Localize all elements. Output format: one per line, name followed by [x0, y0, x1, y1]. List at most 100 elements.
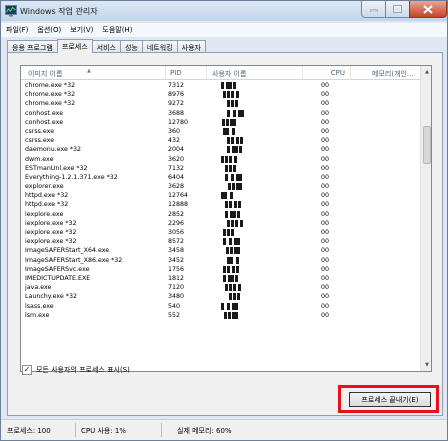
process-pid: 3480	[168, 293, 185, 301]
process-name: httpd.exe *32	[25, 201, 69, 209]
process-name: conhost.exe	[25, 118, 64, 126]
table-row[interactable]: Everything-1.2.1.371.exe *32 6404 00	[21, 173, 420, 182]
process-user-redacted	[209, 283, 309, 292]
table-row[interactable]: chrome.exe *32 9272 00	[21, 99, 420, 108]
table-row[interactable]: conhost.exe 3688 00	[21, 109, 420, 118]
maximize-button[interactable]	[385, 1, 410, 18]
sort-ascending-icon: ▲	[87, 68, 91, 74]
process-user-redacted	[209, 155, 309, 164]
process-user-redacted	[209, 274, 309, 283]
minimize-button[interactable]	[361, 1, 386, 18]
table-row[interactable]: httpd.exe *32 12764 00	[21, 191, 420, 200]
close-button[interactable]	[409, 1, 447, 18]
table-row[interactable]: daemonu.exe *32 2004 00	[21, 145, 420, 154]
process-cpu: 00	[321, 293, 330, 301]
process-cpu: 00	[321, 219, 330, 227]
status-divider	[75, 423, 76, 437]
column-user-name[interactable]: 사용자 이름	[207, 66, 303, 80]
process-cpu: 00	[321, 82, 330, 89]
tab-processes[interactable]: 프로세스	[56, 39, 93, 53]
column-pid[interactable]: PID	[166, 66, 207, 80]
process-user-redacted	[209, 90, 309, 99]
menu-bar: 파일(F) 옵션(O) 보기(V) 도움말(H)	[1, 23, 447, 37]
process-name: ImageSAFERSvc.exe	[25, 265, 90, 273]
table-row[interactable]: ImageSAFERStart_X86.exe *32 3452 00	[21, 256, 420, 265]
table-row[interactable]: iexplore.exe *32 3056 00	[21, 228, 420, 237]
table-row[interactable]: ESTmanUnl.exe *32 7132 00	[21, 164, 420, 173]
process-name: Launchy.exe *32	[25, 293, 77, 301]
table-row[interactable]: csrss.exe 432 00	[21, 136, 420, 145]
process-user-redacted	[209, 118, 309, 127]
process-cpu: 00	[321, 229, 330, 236]
process-pid: 3628	[168, 183, 185, 191]
menu-file[interactable]: 파일(F)	[1, 23, 32, 37]
show-all-users-label: 모든 사용자의 프로세스 표시(S)	[36, 366, 130, 374]
process-name: lsass.exe	[25, 302, 54, 310]
title-bar[interactable]: Windows 작업 관리자	[1, 1, 447, 21]
process-pid: 3458	[168, 247, 185, 255]
table-row[interactable]: conhost.exe 12780 00	[21, 118, 420, 127]
process-name: lsm.exe	[25, 311, 50, 319]
close-icon	[423, 4, 433, 14]
task-manager-window: Windows 작업 관리자 파일(F) 옵션(O) 보기(V) 도움말(H) …	[0, 0, 448, 441]
process-user-redacted	[209, 200, 309, 209]
process-cpu: 00	[321, 109, 330, 117]
process-cpu: 00	[321, 247, 330, 255]
process-pid: 432	[168, 137, 181, 145]
show-all-users-checkbox[interactable]: ✓	[22, 365, 32, 375]
table-row[interactable]: csrss.exe 360 00	[21, 127, 420, 136]
column-image-name[interactable]: 이미지 이름 ▲	[21, 66, 166, 80]
table-row[interactable]: chrome.exe *32 8976 00	[21, 90, 420, 99]
table-row[interactable]: ImageSAFERStart_X64.exe 3458 00	[21, 246, 420, 255]
table-row[interactable]: java.exe 7120 00	[21, 283, 420, 292]
menu-view[interactable]: 보기(V)	[65, 23, 97, 37]
process-cpu: 00	[321, 274, 330, 282]
table-row[interactable]: dwm.exe 3620 00	[21, 155, 420, 164]
process-user-redacted	[209, 265, 309, 274]
process-name: iexplore.exe *32	[25, 238, 77, 246]
status-process-count: 프로세스: 100	[7, 427, 51, 435]
menu-help[interactable]: 도움말(H)	[97, 23, 136, 37]
menu-options[interactable]: 옵션(O)	[32, 23, 65, 37]
column-cpu[interactable]: CPU	[303, 66, 351, 80]
vertical-scrollbar[interactable]: ▲ ▼	[420, 66, 431, 371]
process-pid: 360	[168, 127, 181, 135]
table-row[interactable]: ImageSAFERSvc.exe 1756 00	[21, 265, 420, 274]
process-user-redacted	[209, 237, 309, 246]
process-name: dwm.exe	[25, 155, 54, 163]
status-divider	[161, 423, 162, 437]
show-all-users-option[interactable]: ✓ 모든 사용자의 프로세스 표시(S)	[22, 365, 130, 375]
table-row[interactable]: Launchy.exe *32 3480 00	[21, 292, 420, 301]
process-cpu: 00	[321, 164, 330, 172]
maximize-icon	[393, 5, 402, 13]
table-row[interactable]: chrome.exe *32 7312 00	[21, 81, 420, 90]
process-list[interactable]: 이미지 이름 ▲ PID 사용자 이름 CPU 메모리(개인... chrome…	[20, 65, 432, 372]
table-row[interactable]: lsm.exe 552 00	[21, 311, 420, 320]
process-user-redacted	[209, 109, 309, 118]
scrollbar-thumb[interactable]	[423, 126, 431, 164]
table-row[interactable]: iexplore.exe 2852 00	[21, 210, 420, 219]
process-cpu: 00	[321, 265, 330, 273]
table-row[interactable]: explorer.exe 3628 00	[21, 182, 420, 191]
process-name: iexplore.exe	[25, 210, 64, 218]
column-memory[interactable]: 메모리(개인...	[351, 66, 420, 80]
process-name: chrome.exe *32	[25, 91, 76, 99]
process-user-redacted	[209, 127, 309, 136]
table-row[interactable]: lsass.exe 540 00	[21, 302, 420, 311]
column-image-name-label: 이미지 이름	[28, 70, 63, 78]
table-row[interactable]: httpd.exe *32 12888 00	[21, 200, 420, 209]
process-user-redacted	[209, 145, 309, 154]
table-row[interactable]: iexplore.exe *32 8572 00	[21, 237, 420, 246]
process-user-redacted	[209, 173, 309, 182]
scroll-up-arrow-icon[interactable]: ▲	[421, 66, 431, 78]
table-row[interactable]: iexplore.exe *32 2296 00	[21, 219, 420, 228]
scroll-down-arrow-icon[interactable]: ▼	[421, 359, 431, 371]
process-pid: 7120	[168, 284, 185, 292]
table-row[interactable]: IMEDICTUPDATE.EXE 1812 00	[21, 274, 420, 283]
end-process-button[interactable]: 프로세스 끝내기(E)	[349, 392, 431, 407]
process-user-redacted	[209, 302, 309, 311]
process-cpu: 00	[321, 201, 330, 209]
process-user-redacted	[209, 81, 309, 90]
process-cpu: 00	[321, 183, 330, 191]
process-pid: 2296	[168, 219, 185, 227]
